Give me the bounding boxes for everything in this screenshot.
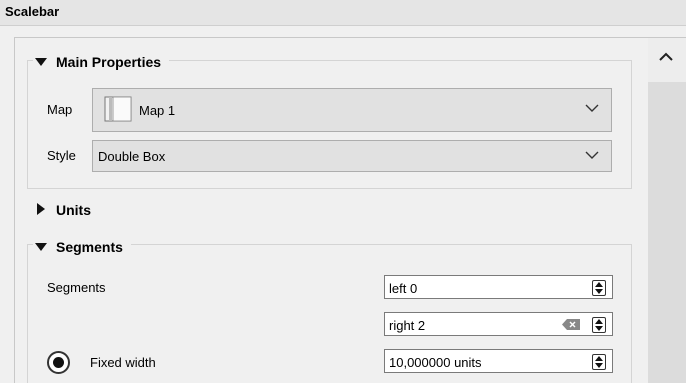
- chevron-up-icon: [659, 52, 673, 61]
- segments-header[interactable]: Segments: [33, 237, 131, 257]
- segments-right-value: right 2: [389, 318, 426, 333]
- spin-arrows-icon[interactable]: [592, 354, 606, 370]
- segments-label: Segments: [47, 280, 106, 295]
- main-properties-header[interactable]: Main Properties: [33, 52, 170, 72]
- style-combobox[interactable]: Double Box: [92, 140, 612, 172]
- style-label: Style: [47, 148, 76, 163]
- scroll-up-button[interactable]: [648, 38, 686, 82]
- segments-right-spinbox[interactable]: right 2: [384, 312, 613, 336]
- spin-arrows-icon[interactable]: [592, 317, 606, 333]
- clear-icon[interactable]: [562, 319, 580, 330]
- fixed-width-spinbox[interactable]: 10,000000 units: [384, 349, 613, 373]
- fixed-width-value: 10,000000 units: [389, 355, 482, 370]
- map-combobox[interactable]: Map 1: [92, 88, 612, 132]
- vertical-scrollbar[interactable]: [648, 38, 686, 383]
- chevron-down-icon: [585, 151, 599, 159]
- segments-left-value: left 0: [389, 281, 418, 296]
- triangle-right-icon: [35, 200, 49, 220]
- units-header[interactable]: Units: [33, 200, 99, 220]
- triangle-down-icon: [35, 237, 49, 257]
- panel-titlebar: Scalebar: [0, 0, 686, 26]
- panel-title: Scalebar: [5, 4, 60, 19]
- segments-left-spinbox[interactable]: left 0: [384, 275, 613, 299]
- map-label: Map: [47, 102, 73, 117]
- main-properties-title: Main Properties: [56, 54, 162, 70]
- triangle-down-icon: [35, 52, 49, 72]
- fixed-width-radio[interactable]: [47, 351, 70, 374]
- segments-title: Segments: [56, 239, 123, 255]
- style-value: Double Box: [98, 149, 166, 164]
- fixed-width-label: Fixed width: [90, 355, 156, 370]
- units-title: Units: [56, 202, 91, 218]
- chevron-down-icon: [585, 104, 599, 112]
- map-value: Map 1: [139, 103, 176, 118]
- spin-arrows-icon[interactable]: [592, 280, 606, 296]
- map-icon: [104, 96, 132, 122]
